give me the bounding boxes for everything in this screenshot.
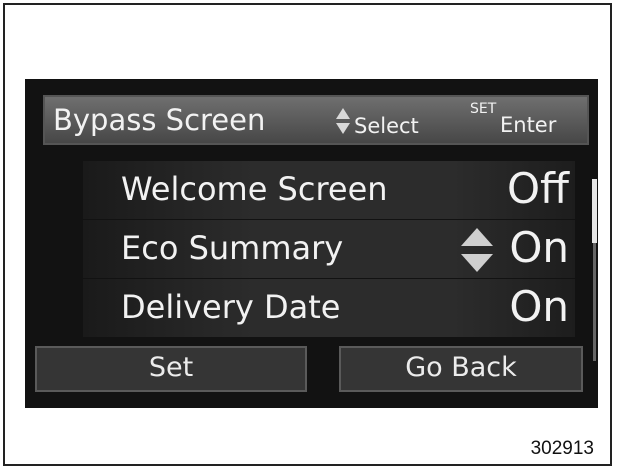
screen-title: Bypass Screen [53,103,266,137]
setting-value: On [509,282,569,331]
figure-frame: Bypass Screen Select SET Enter Welcome S… [3,3,612,466]
set-button[interactable]: Set [35,346,307,392]
setting-label: Eco Summary [121,229,344,267]
select-hint-label: Select [354,114,419,138]
up-down-arrows-icon [461,228,493,272]
figure-number: 302913 [530,438,594,459]
scrollbar[interactable] [592,179,597,361]
scrollbar-thumb[interactable] [592,179,597,243]
screen-header: Bypass Screen Select SET Enter [43,95,589,145]
setting-row-delivery-date[interactable]: Delivery Date On [83,279,575,337]
enter-hint-label: Enter [500,113,557,137]
display-screen: Bypass Screen Select SET Enter Welcome S… [25,79,598,408]
setting-row-eco-summary[interactable]: Eco Summary On [83,220,575,278]
up-down-arrows-icon [336,108,350,134]
setting-row-welcome-screen[interactable]: Welcome Screen Off [83,161,575,219]
setting-value: On [509,223,569,272]
setting-label: Welcome Screen [121,170,388,208]
setting-label: Delivery Date [121,288,341,326]
setting-value: Off [507,164,569,213]
go-back-button[interactable]: Go Back [339,346,583,392]
set-key-label: SET [470,101,497,117]
